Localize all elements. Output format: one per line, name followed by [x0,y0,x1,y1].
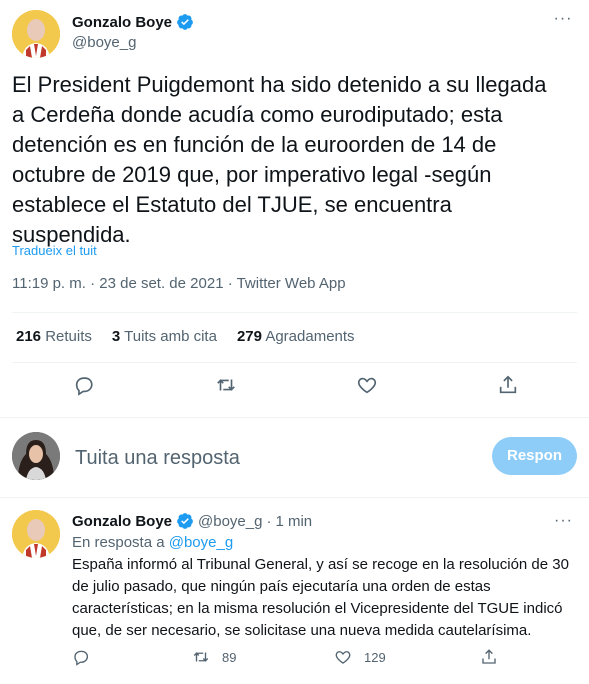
translate-link[interactable]: Tradueix el tuit [12,243,97,258]
reply-action-bar: 89 129 [72,648,512,670]
retweet-icon [193,652,209,662]
replying-to-link[interactable]: @boye_g [169,534,233,551]
like-icon[interactable] [356,374,382,400]
divider [12,362,577,363]
like-count: 129 [364,649,386,665]
replying-to: En resposta a @boye_g [72,534,233,551]
retweet-count: 89 [222,649,237,665]
more-options-icon[interactable]: ··· [553,11,573,32]
verified-badge-icon [177,513,193,529]
stat-quote-tweets[interactable]: 3 Tuits amb cita [112,328,217,345]
stat-count: 3 [111,328,121,345]
separator-dot: · [266,512,272,530]
tweet-action-bar [0,370,589,406]
tweet-header: Gonzalo Boye @boye_g ··· [12,8,577,64]
reply-time[interactable]: 1 min [275,513,312,530]
stat-count: 216 [16,328,42,345]
reply-author-avatar[interactable] [12,510,60,558]
replying-prefix: En resposta a [72,534,169,551]
like-action[interactable]: 129 [334,648,386,666]
author-handle[interactable]: @boye_g [72,34,136,51]
retweet-action[interactable]: 89 [192,648,236,666]
divider [0,417,589,418]
share-icon[interactable] [480,648,498,666]
reply-header: Gonzalo Boye @boye_g · 1 min [72,512,312,530]
tweet-stats: 216 Retuits 3 Tuits amb cita 279 Agradam… [16,328,355,345]
share-icon[interactable] [497,374,523,400]
stat-likes[interactable]: 279 Agradaments [237,328,355,345]
reply-author-name[interactable]: Gonzalo Boye [72,513,172,530]
stat-label: Tuits amb cita [124,328,217,345]
more-options-icon[interactable]: ··· [554,513,573,529]
reply-composer: Tuita una resposta Respon [0,420,589,496]
divider [12,312,577,313]
reply-author-handle[interactable]: @boye_g [198,513,262,530]
reply-text: España informó al Tribunal General, y as… [72,556,569,639]
stat-retweets[interactable]: 216 Retuits [16,328,92,345]
reply-input[interactable]: Tuita una resposta [75,447,240,470]
stat-label: Agradaments [265,328,355,345]
stat-count: 279 [236,328,262,345]
like-icon [335,651,351,664]
reply-icon[interactable] [73,374,99,400]
reply-tweet[interactable]: Gonzalo Boye @boye_g · 1 min ··· En resp… [0,498,589,684]
verified-badge-icon [177,14,193,30]
retweet-icon[interactable] [215,374,241,400]
reply-button[interactable]: Respon [492,437,577,475]
author-avatar[interactable] [12,10,60,58]
author-name-row[interactable]: Gonzalo Boye [72,13,194,31]
tweet-text: El President Puigdemont ha sido detenido… [12,72,547,247]
tweet-meta[interactable]: 11:19 p. m. · 23 de set. de 2021 · Twitt… [12,275,346,292]
reply-icon[interactable] [72,648,90,666]
stat-label: Retuits [45,328,92,345]
author-name[interactable]: Gonzalo Boye [72,14,172,31]
user-avatar[interactable] [12,432,60,480]
